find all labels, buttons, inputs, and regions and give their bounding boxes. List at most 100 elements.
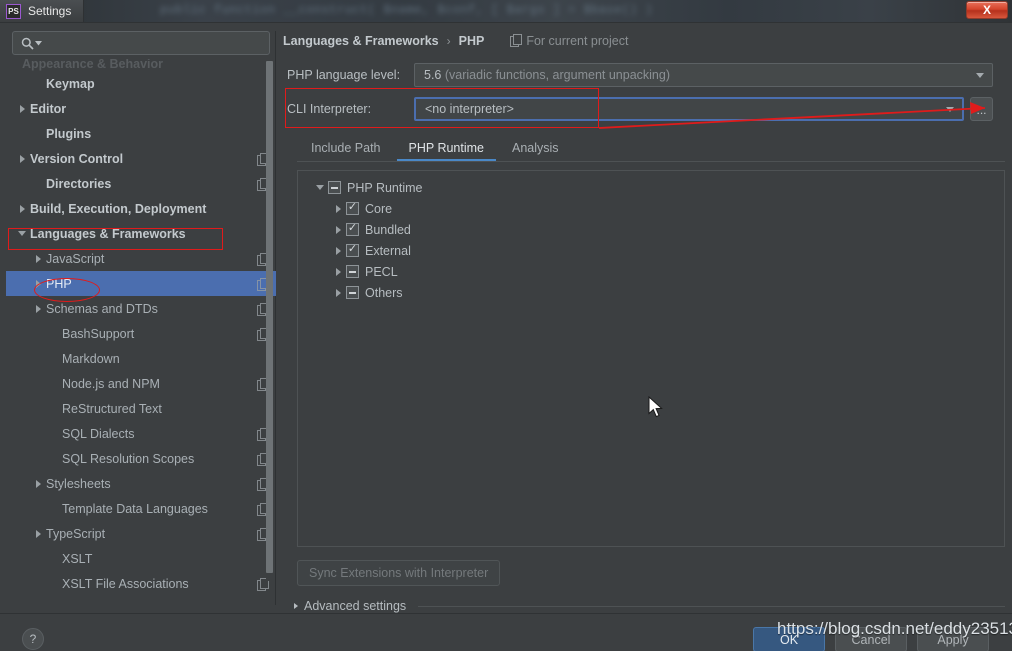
close-icon[interactable]: X <box>966 1 1008 19</box>
window-title-group: PS Settings <box>0 0 85 22</box>
sidebar-item-markdown[interactable]: Markdown <box>6 346 276 371</box>
dialog-footer: ? OK Cancel Apply <box>0 613 1012 651</box>
search-box[interactable] <box>12 31 270 55</box>
ok-button[interactable]: OK <box>753 627 825 651</box>
window-title: Settings <box>28 4 72 18</box>
settings-main-panel: Languages & Frameworks › PHP For current… <box>283 31 1005 613</box>
chevron-down-icon <box>35 40 42 45</box>
sidebar-item-editor[interactable]: Editor <box>6 96 276 121</box>
sidebar-item-label: Appearance & Behavior <box>22 59 164 71</box>
chevron-right-icon <box>19 204 25 213</box>
sidebar-item-label: JavaScript <box>46 251 105 266</box>
sidebar-item-typescript[interactable]: TypeScript <box>6 521 276 546</box>
search-row <box>12 31 270 55</box>
project-scope-icon <box>510 34 523 47</box>
sidebar-item-xslt[interactable]: XSLT <box>6 546 276 571</box>
sidebar-item-restructured-text[interactable]: ReStructured Text <box>6 396 276 421</box>
sidebar-expand-toggle[interactable] <box>14 104 30 113</box>
sidebar-item-stylesheets[interactable]: Stylesheets <box>6 471 276 496</box>
sidebar-item-label: Plugins <box>46 126 92 141</box>
chevron-right-icon[interactable] <box>330 267 346 276</box>
search-icon <box>21 37 42 50</box>
sidebar-item-version-control[interactable]: Version Control <box>6 146 276 171</box>
chevron-right-icon[interactable] <box>330 204 346 213</box>
runtime-tree-row-pecl[interactable]: PECL <box>306 261 1004 282</box>
chevron-right-icon[interactable] <box>330 288 346 297</box>
chevron-right-icon[interactable] <box>330 246 346 255</box>
php-level-detail: (variadic functions, argument unpacking) <box>444 68 670 82</box>
sidebar-item-build-execution-deployment[interactable]: Build, Execution, Deployment <box>6 196 276 221</box>
sidebar-item-appearance-behavior[interactable]: Appearance & Behavior <box>6 59 276 71</box>
sidebar-item-keymap[interactable]: Keymap <box>6 71 276 96</box>
main-tabs: Include Path PHP Runtime Analysis <box>297 135 1005 161</box>
sidebar-item-node-js-and-npm[interactable]: Node.js and NPM <box>6 371 276 396</box>
runtime-tree-row-external[interactable]: ✓ External <box>306 240 1004 261</box>
sidebar-item-label: Schemas and DTDs <box>46 301 158 316</box>
php-language-level-select[interactable]: 5.6 (variadic functions, argument unpack… <box>414 63 993 87</box>
search-input[interactable] <box>42 35 269 51</box>
scope-note-label: For current project <box>526 34 629 48</box>
help-icon[interactable]: ? <box>22 628 44 650</box>
sidebar-item-javascript[interactable]: JavaScript <box>6 246 276 271</box>
php-runtime-tree-panel[interactable]: PHP Runtime ✓ Core ✓ Bundled ✓ External PECL Oth… <box>297 170 1005 547</box>
runtime-tree-row-bundled[interactable]: ✓ Bundled <box>306 219 1004 240</box>
runtime-tree-row-php-runtime[interactable]: PHP Runtime <box>306 177 1004 198</box>
sidebar-item-php[interactable]: PHP <box>6 271 276 296</box>
sidebar-item-languages-frameworks[interactable]: Languages & Frameworks <box>6 221 276 246</box>
checkbox-core[interactable]: ✓ <box>346 202 359 215</box>
tab-analysis[interactable]: Analysis <box>498 138 573 161</box>
chevron-right-icon <box>35 479 41 488</box>
cli-interpreter-browse-button[interactable]: ... <box>970 97 993 121</box>
sidebar-expand-toggle[interactable] <box>14 204 30 213</box>
sync-extensions-button[interactable]: Sync Extensions with Interpreter <box>297 560 501 586</box>
runtime-tree-row-core[interactable]: ✓ Core <box>306 198 1004 219</box>
chevron-right-icon[interactable] <box>330 225 346 234</box>
runtime-tree-label: Core <box>365 201 393 216</box>
sidebar-item-sql-dialects[interactable]: SQL Dialects <box>6 421 276 446</box>
sidebar-item-plugins[interactable]: Plugins <box>6 121 276 146</box>
sidebar-item-bashsupport[interactable]: BashSupport <box>6 321 276 346</box>
chevron-down-icon[interactable] <box>312 185 328 190</box>
runtime-tree-label: Others <box>365 285 403 300</box>
advanced-settings-toggle[interactable]: Advanced settings <box>294 599 1005 613</box>
chevron-down-icon <box>976 72 984 78</box>
sidebar-expand-toggle[interactable] <box>30 529 46 538</box>
sidebar-expand-toggle[interactable] <box>30 304 46 313</box>
checkbox-others[interactable] <box>346 286 359 299</box>
cli-interpreter-select[interactable]: <no interpreter> <box>414 97 964 121</box>
checkbox-pecl[interactable] <box>346 265 359 278</box>
sidebar-item-label: Template Data Languages <box>62 501 208 516</box>
window-title-bar: PS Settings X <box>0 0 1012 22</box>
sidebar-item-label: SQL Resolution Scopes <box>62 451 195 466</box>
sidebar-expand-toggle[interactable] <box>30 254 46 263</box>
breadcrumb-parent[interactable]: Languages & Frameworks <box>283 34 439 48</box>
cancel-button[interactable]: Cancel <box>835 627 907 651</box>
sidebar-item-sql-resolution-scopes[interactable]: SQL Resolution Scopes <box>6 446 276 471</box>
runtime-tree-row-others[interactable]: Others <box>306 282 1004 303</box>
tab-php-runtime[interactable]: PHP Runtime <box>395 138 499 161</box>
sidebar-expand-toggle[interactable] <box>30 279 46 288</box>
checkbox-external[interactable]: ✓ <box>346 244 359 257</box>
sidebar-expand-toggle[interactable] <box>14 231 30 236</box>
breadcrumb-current: PHP <box>458 34 485 48</box>
checkbox-bundled[interactable]: ✓ <box>346 223 359 236</box>
php-level-version: 5.6 <box>424 68 442 82</box>
apply-button[interactable]: Apply <box>917 627 989 651</box>
sidebar-item-label: Node.js and NPM <box>62 376 160 391</box>
sidebar-item-xslt-file-associations[interactable]: XSLT File Associations <box>6 571 276 596</box>
sidebar-item-directories[interactable]: Directories <box>6 171 276 196</box>
sidebar-item-label: SQL Dialects <box>62 426 135 441</box>
scope-note: For current project <box>510 34 628 48</box>
sidebar-item-label: TypeScript <box>46 526 106 541</box>
sidebar-item-label: BashSupport <box>62 326 135 341</box>
sidebar-item-label: Version Control <box>30 151 124 166</box>
tab-include-path[interactable]: Include Path <box>297 138 395 161</box>
sidebar-expand-toggle[interactable] <box>30 479 46 488</box>
sidebar-item-label: PHP <box>46 276 72 291</box>
sidebar-expand-toggle[interactable] <box>14 154 30 163</box>
chevron-right-icon <box>294 603 298 609</box>
sidebar-item-template-data-languages[interactable]: Template Data Languages <box>6 496 276 521</box>
sidebar-item-schemas-and-dtds[interactable]: Schemas and DTDs <box>6 296 276 321</box>
checkbox-php-runtime[interactable] <box>328 181 341 194</box>
sidebar-scrollbar-thumb[interactable] <box>266 61 273 573</box>
